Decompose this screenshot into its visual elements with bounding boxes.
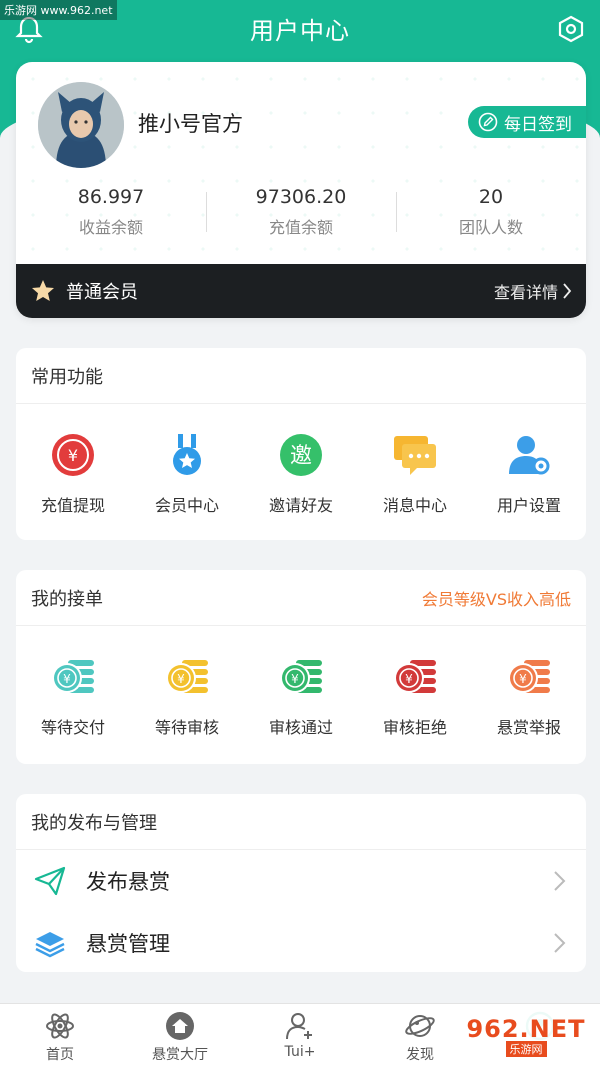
stat-value: 97306.20 — [255, 186, 347, 208]
stat-value: 20 — [478, 186, 504, 208]
coins-icon: ¥ — [166, 660, 208, 693]
avatar-image — [38, 82, 124, 168]
order-waiting-delivery[interactable]: ¥ 等待交付 — [16, 646, 130, 738]
watermark: 乐游网 www.962.net — [0, 0, 117, 20]
order-review-passed[interactable]: ¥ 审核通过 — [244, 646, 358, 738]
section-title: 常用功能 — [31, 366, 103, 388]
stat-value: 86.997 — [77, 186, 145, 208]
order-label: 悬赏举报 — [496, 718, 561, 737]
svg-text:¥: ¥ — [291, 672, 299, 686]
yuan-circle-icon: ¥ — [52, 434, 94, 476]
function-invite-friends[interactable]: 邀 邀请好友 — [244, 424, 358, 516]
function-user-settings[interactable]: 用户设置 — [472, 424, 586, 516]
svg-text:¥: ¥ — [63, 672, 71, 686]
function-member-center[interactable]: 会员中心 — [130, 424, 244, 516]
common-functions-grid: ¥ 充值提现 会员中心 邀 邀请好友 消息中心 用户设置 — [16, 404, 586, 516]
tab-reward-hall[interactable]: 悬赏大厅 — [120, 1004, 240, 1067]
chevron-right-icon — [563, 283, 572, 299]
coins-icon: ¥ — [394, 660, 436, 693]
reward-management-row[interactable]: 悬赏管理 — [16, 912, 586, 974]
daily-checkin-button[interactable]: 每日签到 — [468, 106, 586, 138]
tab-tui-plus[interactable]: Tui+ — [240, 1004, 360, 1067]
tab-label: 悬赏大厅 — [152, 1047, 208, 1063]
checkin-label: 每日签到 — [504, 114, 572, 135]
function-recharge-withdraw[interactable]: ¥ 充值提现 — [16, 424, 130, 516]
section-header: 我的发布与管理 — [16, 794, 586, 850]
coins-icon: ¥ — [52, 660, 94, 693]
svg-text:¥: ¥ — [405, 672, 413, 686]
svg-text:¥: ¥ — [177, 672, 185, 686]
hexagon-gear-icon[interactable] — [556, 14, 586, 44]
stat-label: 团队人数 — [458, 218, 523, 237]
order-label: 等待交付 — [40, 718, 105, 737]
stat-label: 充值余额 — [268, 218, 333, 237]
function-label: 消息中心 — [382, 496, 447, 515]
my-orders-section: 我的接单 会员等级VS收入高低 ¥ 等待交付 ¥ 等待审核 ¥ 审核通过 ¥ 审… — [16, 570, 586, 764]
paper-plane-icon — [34, 866, 66, 896]
home-icon — [166, 1012, 194, 1040]
orders-grid: ¥ 等待交付 ¥ 等待审核 ¥ 审核通过 ¥ 审核拒绝 ¥ 悬赏举报 — [16, 626, 586, 738]
publish-manage-section: 我的发布与管理 发布悬赏 悬赏管理 — [16, 794, 586, 972]
order-review-rejected[interactable]: ¥ 审核拒绝 — [358, 646, 472, 738]
section-title: 我的发布与管理 — [31, 812, 157, 834]
medal-icon — [173, 434, 201, 475]
section-header: 常用功能 — [16, 348, 586, 404]
user-plus-icon — [286, 1013, 312, 1040]
chat-bubbles-icon — [394, 436, 436, 475]
publish-reward-row[interactable]: 发布悬赏 — [16, 850, 586, 912]
function-label: 邀请好友 — [268, 496, 333, 515]
row-label: 悬赏管理 — [86, 932, 170, 956]
tab-label: 首页 — [46, 1047, 74, 1063]
invite-icon: 邀 — [280, 434, 322, 476]
function-label: 充值提现 — [40, 496, 105, 515]
function-label: 会员中心 — [154, 496, 219, 515]
order-waiting-review[interactable]: ¥ 等待审核 — [130, 646, 244, 738]
svg-text:¥: ¥ — [68, 446, 78, 465]
order-label: 审核拒绝 — [382, 718, 447, 737]
svg-text:¥: ¥ — [519, 672, 527, 686]
chevron-right-icon — [554, 933, 566, 953]
member-detail-link[interactable]: 查看详情 — [494, 279, 572, 303]
stat-team[interactable]: 20 团队人数 — [396, 182, 586, 252]
stat-income[interactable]: 86.997 收益余额 — [16, 182, 206, 252]
pencil-circle-icon — [478, 112, 498, 132]
member-detail-label: 查看详情 — [493, 283, 558, 302]
site-logo-text: 962.NET — [466, 1015, 586, 1043]
section-header: 我的接单 会员等级VS收入高低 — [16, 570, 586, 626]
member-vs-income-link[interactable]: 会员等级VS收入高低 — [422, 586, 571, 610]
order-label: 等待审核 — [154, 718, 219, 737]
member-bar[interactable]: 普通会员 查看详情 — [16, 264, 586, 318]
member-level: 普通会员 — [66, 282, 138, 303]
profile-card: 推小号官方 每日签到 86.997 收益余额 97306.20 充值余额 20 … — [16, 62, 586, 318]
star-icon — [32, 280, 54, 301]
page-title: 用户中心 — [250, 16, 350, 45]
chevron-right-icon — [554, 871, 566, 891]
tab-home[interactable]: 首页 — [0, 1004, 120, 1067]
order-reward-report[interactable]: ¥ 悬赏举报 — [472, 646, 586, 738]
planet-icon — [405, 1015, 435, 1037]
common-functions-section: 常用功能 ¥ 充值提现 会员中心 邀 邀请好友 消息中心 用户设置 — [16, 348, 586, 540]
row-label: 发布悬赏 — [86, 870, 170, 894]
user-gear-icon — [509, 436, 550, 475]
site-logo-watermark: 962.NET 乐游网 — [460, 1011, 592, 1061]
stats-row: 86.997 收益余额 97306.20 充值余额 20 团队人数 — [16, 182, 586, 252]
stat-recharge[interactable]: 97306.20 充值余额 — [206, 182, 396, 252]
stat-label: 收益余额 — [78, 218, 143, 237]
username: 推小号官方 — [138, 112, 243, 136]
function-label: 用户设置 — [496, 496, 561, 515]
invite-glyph: 邀 — [290, 444, 312, 469]
coins-icon: ¥ — [508, 660, 550, 693]
order-label: 审核通过 — [268, 718, 333, 737]
function-message-center[interactable]: 消息中心 — [358, 424, 472, 516]
section-title: 我的接单 — [31, 588, 103, 610]
atom-icon — [46, 1013, 74, 1039]
site-logo-subtext: 乐游网 — [505, 1041, 547, 1057]
coins-icon: ¥ — [280, 660, 322, 693]
tab-label: Tui+ — [284, 1044, 316, 1060]
layers-icon — [35, 932, 65, 958]
avatar[interactable] — [38, 82, 124, 168]
